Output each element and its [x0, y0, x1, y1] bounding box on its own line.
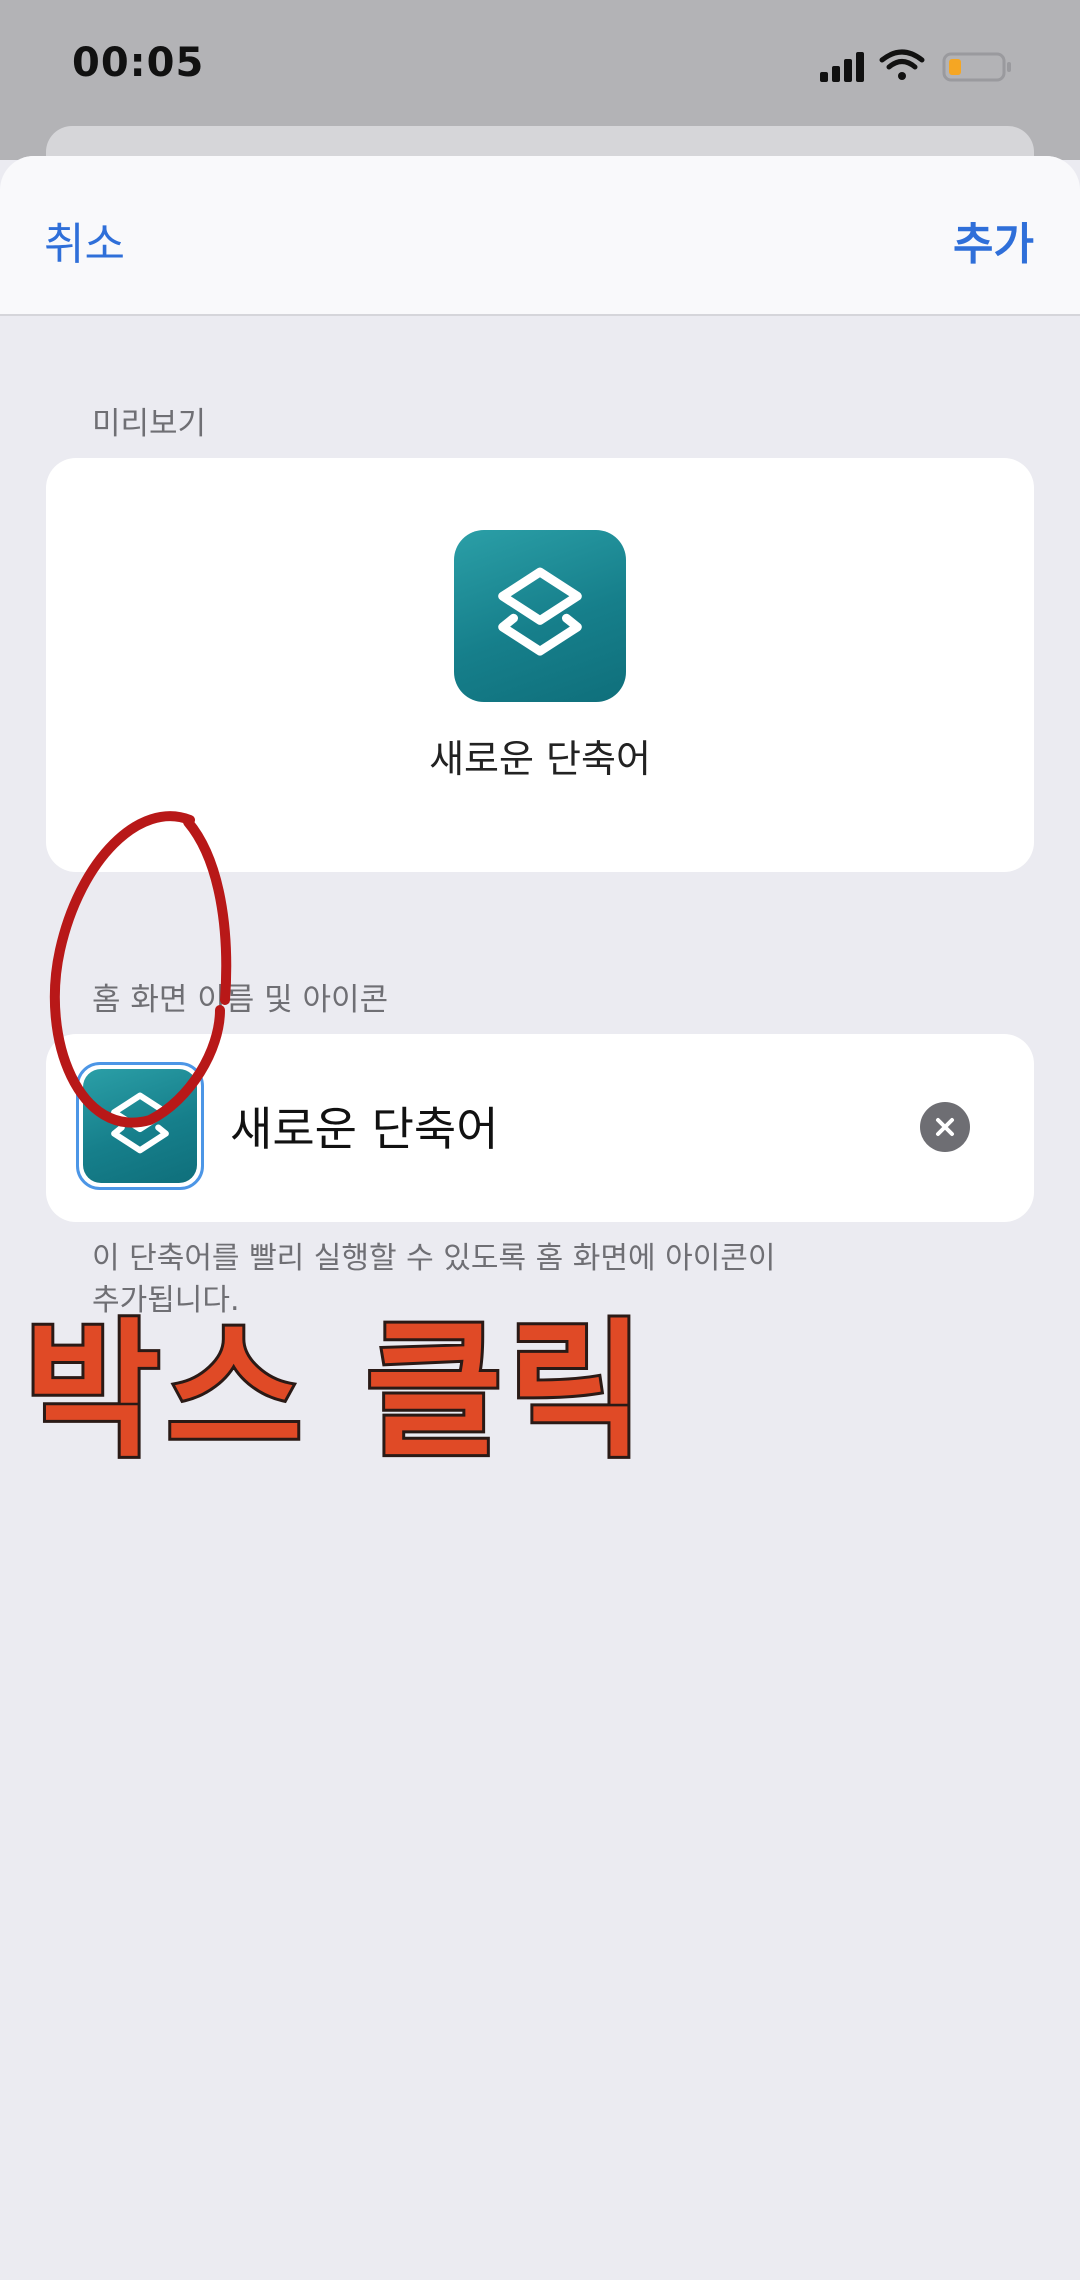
signal-icon: [820, 52, 864, 82]
annotation-circle: [49, 811, 232, 1128]
clear-circle-icon[interactable]: [920, 1102, 970, 1152]
preview-section-label: 미리보기: [92, 406, 207, 442]
cancel-button[interactable]: 취소: [44, 208, 125, 272]
status-bar: 00:05: [0, 0, 1080, 130]
shortcut-name-input[interactable]: [230, 1086, 870, 1166]
add-button[interactable]: 추가: [953, 208, 1034, 272]
battery-icon: [942, 52, 1011, 82]
preview-shortcut-name: 새로운 단축어: [429, 737, 651, 781]
nav-bar: 취소 추가: [0, 156, 1080, 316]
status-icons: [820, 46, 1040, 86]
shortcuts-stack-icon: [454, 530, 626, 702]
status-time: 00:05: [72, 40, 205, 86]
annotation-click-box-text: 박스 클릭: [21, 1302, 651, 1480]
add-to-home-sheet: 취소 추가 미리보기 새로운 단축어 홈 화면 이름 및 아이콘 새로운 단축어…: [0, 156, 1080, 2280]
wifi-icon: [879, 49, 925, 80]
